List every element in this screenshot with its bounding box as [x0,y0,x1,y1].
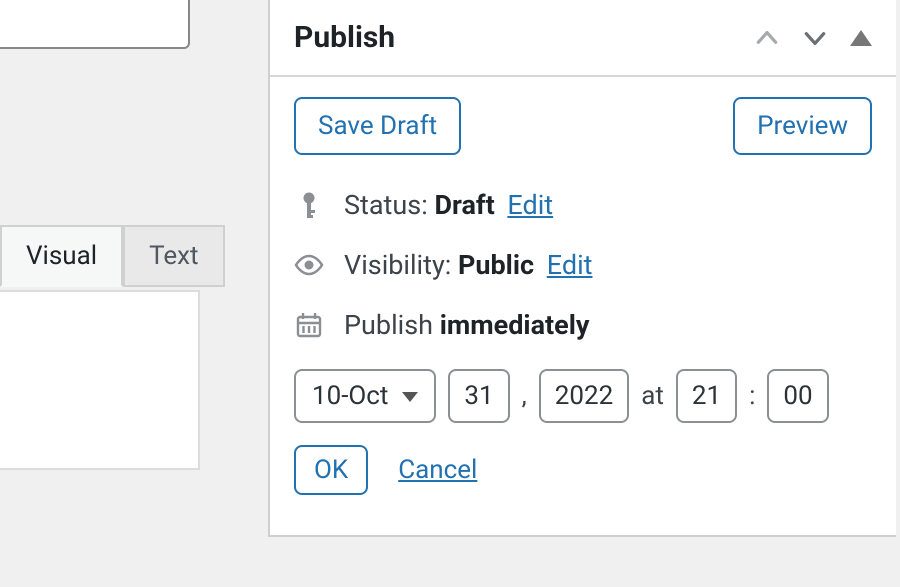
visibility-label: Visibility: [344,249,451,281]
publish-panel-title: Publish [294,20,395,55]
visibility-value: Public [458,249,534,281]
status-value: Draft [434,189,494,221]
calendar-icon [294,311,324,339]
panel-header-controls [754,25,872,51]
day-input[interactable]: 31 [448,369,509,423]
time-colon: : [749,381,755,411]
date-at: at [641,381,664,411]
editor-body-fragment[interactable] [0,290,200,470]
publish-panel-header: Publish [270,0,896,77]
move-down-icon[interactable] [802,25,828,51]
preview-button[interactable]: Preview [733,97,872,155]
month-select[interactable]: 10-Oct [294,369,436,423]
schedule-value: immediately [440,309,590,341]
schedule-row: Publish immediately [294,309,872,341]
chevron-down-icon [402,392,418,402]
publish-quick-actions: Save Draft Preview [294,97,872,155]
status-label: Status: [344,189,428,221]
key-icon [294,191,324,219]
title-input-fragment[interactable] [0,0,190,49]
schedule-text: Publish immediately [344,309,589,341]
schedule-ok-button[interactable]: OK [294,445,368,495]
schedule-confirm-row: OK Cancel [294,445,872,495]
visibility-edit-link[interactable]: Edit [547,249,593,281]
schedule-date-controls: 10-Oct 31 , 2022 at 21 : 00 [294,369,872,423]
tab-visual[interactable]: Visual [0,225,123,287]
minute-input[interactable]: 00 [767,369,828,423]
toggle-panel-icon[interactable] [850,30,872,46]
hour-input[interactable]: 21 [676,369,737,423]
save-draft-button[interactable]: Save Draft [294,97,461,155]
publish-panel-body: Save Draft Preview Status: Draft Edit [270,77,896,535]
visibility-text: Visibility: Public Edit [344,249,592,281]
year-input[interactable]: 2022 [539,369,629,423]
publish-panel: Publish Save Draft Preview [268,0,896,537]
schedule-label: Publish [344,309,433,341]
tab-text[interactable]: Text [123,225,224,287]
eye-icon [294,254,324,276]
month-select-value: 10-Oct [312,381,388,411]
status-row: Status: Draft Edit [294,189,872,221]
date-comma: , [522,381,527,411]
status-text: Status: Draft Edit [344,189,553,221]
move-up-icon[interactable] [754,25,780,51]
schedule-cancel-link[interactable]: Cancel [398,455,477,485]
status-edit-link[interactable]: Edit [507,189,553,221]
visibility-row: Visibility: Public Edit [294,249,872,281]
editor-tabs: Visual Text [0,225,200,287]
